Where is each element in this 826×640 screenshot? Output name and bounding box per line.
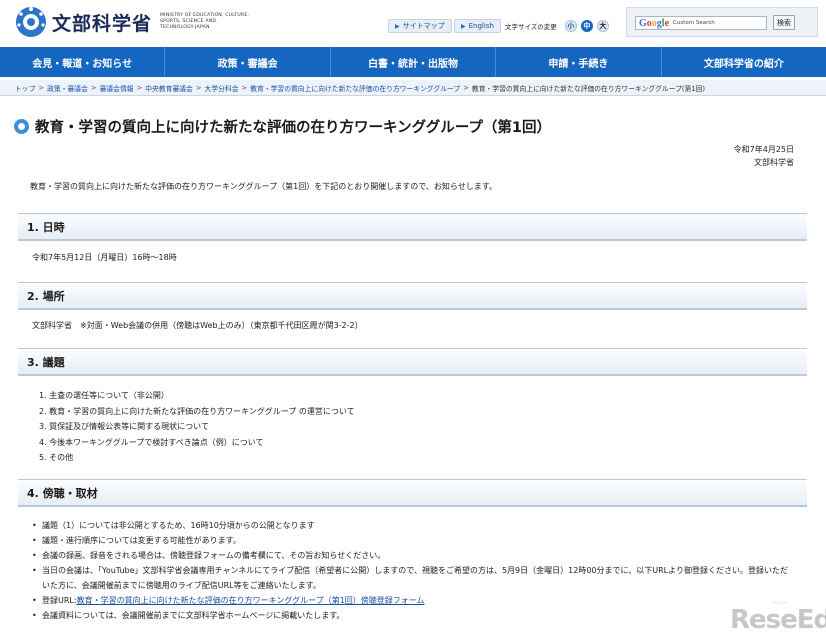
arrow-right-icon: ▶ — [395, 22, 400, 30]
list-item-text: 会議資料については、会議開催前までに文部科学省ホームページに掲載いたします。 — [42, 611, 345, 620]
logo-title: 文部科学省 — [52, 12, 153, 35]
observe-list: • 議題（1）については非公開とするため、16時10分頃からの公開となります • 議… — [32, 518, 792, 623]
breadcrumb-separator: > — [241, 83, 248, 92]
breadcrumb-top[interactable]: トップ — [15, 83, 35, 93]
bullet-icon: • — [32, 536, 37, 545]
datetime-text: 令和7年5月12日（月曜日）16時～18時 — [32, 253, 177, 262]
list-item: • 当日の会議は、「YouTube」文部科学省会議専用チャンネルにてライブ配信（希… — [32, 563, 792, 593]
breadcrumb-current: 教育・学習の質向上に向けた新たな評価の在り方ワーキンググループ(第1回) — [471, 84, 706, 93]
sitemap-label: サイトマップ — [402, 22, 445, 30]
breadcrumb-working-group[interactable]: 教育・学習の質向上に向けた新たな評価の在り方ワーキンググループ — [250, 83, 460, 93]
font-small-button[interactable]: 小 — [564, 20, 577, 32]
section-heading-observe: 4. 傍聴・取材 — [18, 479, 807, 507]
list-item: • 登録URL: 教育・学習の質向上に向けた新たな評価の在り方ワーキンググループ（第… — [32, 593, 792, 608]
site-logo[interactable]: 文部科学省 MINISTRY OF EDUCATION, CULTURE, SP… — [14, 5, 250, 39]
breadcrumb-university-subcommittee[interactable]: 大学分科会 — [205, 83, 239, 93]
font-medium-button[interactable]: 中 — [580, 20, 593, 32]
list-item: • 会議の録画、録音をされる場合は、傍聴登録フォームの備考欄にて、その旨お知らせく… — [32, 548, 792, 563]
sitemap-link-wrap: ▶ サイトマップ — [388, 19, 452, 33]
english-link-wrap: ▶ English — [454, 19, 501, 33]
breadcrumb-policy[interactable]: 政策・審議会 — [47, 83, 88, 93]
search-box: Google Custom Search 検索 — [626, 7, 818, 37]
watermark-logo: ReseEd — [730, 605, 826, 635]
english-label: English — [468, 22, 494, 30]
agenda-list: 1. 主査の選任等について（非公開） 2. 教育・学習の質向上に向けた新たな評価… — [39, 388, 355, 466]
breadcrumb-separator: > — [463, 83, 469, 92]
intro-text: 教育・学習の質向上に向けた新たな評価の在り方ワーキンググループ（第1回）を下記の… — [30, 182, 497, 191]
mext-logo-icon — [16, 7, 46, 37]
registration-form-link[interactable]: 教育・学習の質向上に向けた新たな評価の在り方ワーキンググループ（第1回）傍聴登録… — [77, 593, 425, 608]
section-heading-datetime: 1. 日時 — [18, 213, 807, 241]
section-heading-agenda: 3. 議題 — [18, 348, 807, 376]
bullet-icon: • — [32, 551, 37, 560]
publish-date: 令和7年4月25日 — [733, 145, 794, 154]
font-size-controls: 文字サイズの変更 小 中 大 — [505, 20, 609, 32]
nav-item-whitepaper[interactable]: 白書・統計・出版物 — [331, 47, 497, 77]
list-item: • 議題（1）については非公開とするため、16時10分頃からの公開となります — [32, 518, 792, 533]
list-item: 3. 質保証及び情報公表等に関する現状について — [39, 422, 209, 431]
list-item-text: 議題・進行順序については変更する可能性があります。 — [42, 536, 241, 545]
list-item-text: 会議の録画、録音をされる場合は、傍聴登録フォームの備考欄にて、その旨お知らせくだ… — [42, 551, 386, 560]
bullet-icon: • — [32, 596, 37, 605]
breadcrumb-central-council[interactable]: 中央教育審議会 — [145, 83, 193, 93]
sitemap-button[interactable]: ▶ サイトマップ — [388, 19, 452, 33]
breadcrumb-council-info[interactable]: 審議会情報 — [100, 83, 134, 93]
breadcrumb-separator: > — [90, 83, 97, 92]
bullet-icon: • — [32, 611, 37, 620]
page-title-text: 教育・学習の質向上に向けた新たな評価の在り方ワーキンググループ（第1回） — [35, 120, 551, 136]
search-placeholder: Custom Search — [673, 20, 715, 26]
global-nav: 会見・報道・お知らせ 政策・審議会 白書・統計・出版物 申請・手続き 文部科学省… — [0, 47, 826, 77]
publisher: 文部科学省 — [754, 158, 794, 167]
place-text: 文部科学省 ※対面・Web会議の併用（傍聴はWeb上のみ）（東京都千代田区霞が関… — [32, 321, 363, 330]
font-size-label: 文字サイズの変更 — [505, 23, 557, 31]
publish-info: 令和7年4月25日 文部科学省 — [734, 143, 794, 169]
list-item-text: 当日の会議は、「YouTube」文部科学省会議専用チャンネルにてライブ配信（希望… — [42, 566, 788, 590]
list-item: • 会議資料については、会議開催前までに文部科学省ホームページに掲載いたします。 — [32, 608, 792, 623]
english-button[interactable]: ▶ English — [454, 19, 501, 33]
nav-item-about[interactable]: 文部科学省の紹介 — [662, 47, 826, 77]
logo-english: MINISTRY OF EDUCATION, CULTURE, SPORTS, … — [160, 13, 250, 30]
breadcrumb-separator: > — [195, 83, 202, 92]
list-item: 4. 今後本ワーキンググループで検討すべき論点（例）について — [39, 437, 264, 447]
circle-bullet-icon — [14, 119, 29, 134]
registration-url-label: 登録URL: — [42, 596, 77, 605]
search-input[interactable]: Google Custom Search — [635, 16, 767, 30]
site-header: 文部科学省 MINISTRY OF EDUCATION, CULTURE, SP… — [0, 0, 826, 46]
font-large-button[interactable]: 大 — [596, 20, 609, 32]
breadcrumb-separator: > — [38, 83, 45, 92]
list-item: 1. 主査の選任等について（非公開） — [39, 391, 169, 400]
arrow-right-icon: ▶ — [461, 22, 466, 30]
search-button[interactable]: 検索 — [773, 15, 795, 30]
list-item-text: 議題（1）については非公開とするため、16時10分頃からの公開となります — [42, 521, 315, 530]
nav-item-news[interactable]: 会見・報道・お知らせ — [0, 47, 166, 77]
section-heading-place: 2. 場所 — [18, 282, 807, 310]
list-item: 5. その他 — [39, 453, 74, 462]
page-title: 教育・学習の質向上に向けた新たな評価の在り方ワーキンググループ（第1回） — [14, 116, 551, 137]
list-item: 2. 教育・学習の質向上に向けた新たな評価の在り方ワーキンググループ の運営につ… — [39, 406, 355, 416]
breadcrumb-separator: > — [136, 83, 143, 92]
google-logo: Google — [639, 17, 670, 29]
nav-item-application[interactable]: 申請・手続き — [496, 47, 662, 77]
nav-item-policy[interactable]: 政策・審議会 — [165, 47, 331, 77]
bullet-icon: • — [32, 566, 37, 575]
breadcrumb: トップ > 政策・審議会 > 審議会情報 > 中央教育審議会 > 大学分科会 >… — [0, 80, 826, 96]
bullet-icon: • — [32, 521, 37, 530]
list-item: • 議題・進行順序については変更する可能性があります。 — [32, 533, 792, 548]
